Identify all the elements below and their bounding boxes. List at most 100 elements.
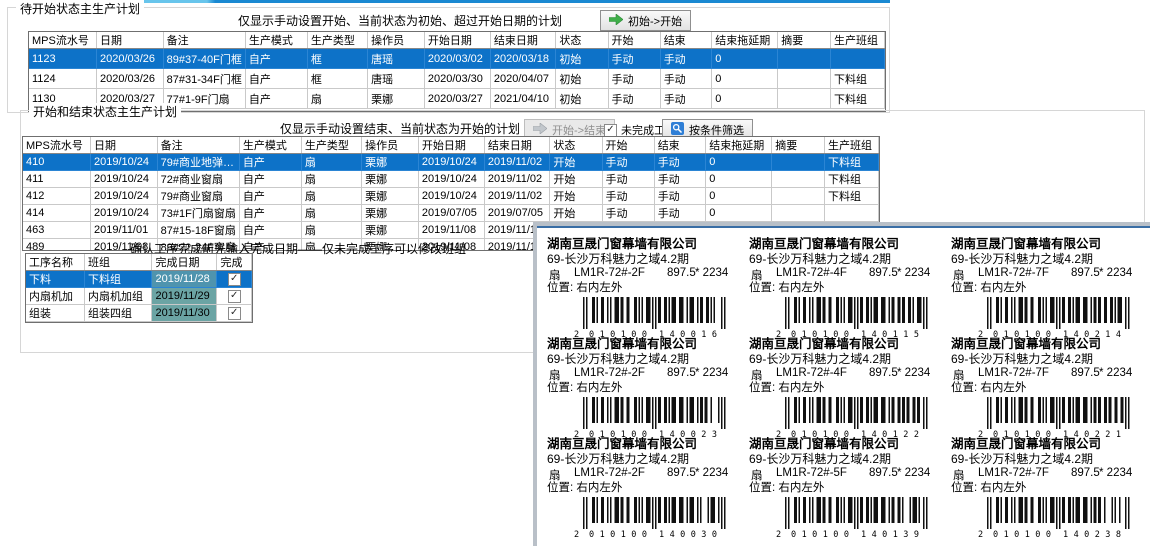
barcode: 2010100140023 (573, 397, 731, 439)
column-header[interactable]: 生产班组 (825, 137, 879, 154)
column-header[interactable]: 班组 (84, 254, 151, 271)
label-code: LM1R-72#-4F (776, 267, 847, 279)
column-header[interactable]: 完成 (217, 254, 252, 271)
column-header[interactable]: 结束 (654, 137, 706, 154)
label-type: 扇 (751, 267, 763, 283)
column-header[interactable]: 结束 (660, 32, 712, 49)
cell: 下料组 (831, 69, 885, 89)
cell: 73#1F门扇窗扇 (157, 205, 239, 222)
label-position-value: 右内左外 (778, 282, 824, 294)
svg-text:140030: 140030 (659, 530, 717, 539)
cell: 手动 (608, 89, 660, 109)
label-height: * 2234 (695, 267, 728, 279)
cell: 手动 (654, 205, 706, 222)
column-header[interactable]: 操作员 (362, 137, 419, 154)
column-header[interactable]: 备注 (163, 32, 245, 49)
label-type: 扇 (549, 267, 561, 283)
column-header[interactable]: 摘要 (778, 32, 831, 49)
column-header[interactable]: 生产类型 (301, 137, 361, 154)
label-position-value: 右内左外 (778, 382, 824, 394)
table-row[interactable]: 内扇机加内扇机加组2019/11/29✓ (26, 288, 252, 305)
cell: 2019/11/08 (418, 222, 484, 239)
done-cell: ✓ (217, 288, 252, 305)
cell: 2020/04/07 (490, 69, 555, 89)
svg-text:2: 2 (574, 530, 579, 539)
label-height: * 2234 (1099, 267, 1132, 279)
column-header[interactable]: MPS流水号 (23, 137, 90, 154)
label-sheet: 湖南亘晟门窗幕墙有限公司69-长沙万科魅力之域4.2期扇LM1R-72#-2F8… (537, 228, 1150, 536)
done-checkbox[interactable]: ✓ (228, 273, 241, 286)
cell: 自产 (239, 188, 301, 205)
label-height: * 2234 (1099, 467, 1132, 479)
label-project: 69-长沙万科魅力之域4.2期 (749, 352, 947, 366)
cell: 开始 (550, 171, 602, 188)
table-row[interactable]: 11242020/03/2687#31-34F门框自产框唐瑶2020/03/30… (29, 69, 885, 89)
cell: 开始 (550, 154, 602, 171)
cell: 自产 (239, 171, 301, 188)
column-header[interactable]: 结束日期 (490, 32, 555, 49)
checkbox-icon: ✓ (604, 124, 617, 137)
table-row[interactable]: 4122019/10/2479#商业窗扇自产扇栗娜2019/10/242019/… (23, 188, 879, 205)
cell: 下料组 (825, 171, 879, 188)
column-header[interactable]: 结束拖延期 (712, 32, 778, 49)
cell: 自产 (239, 222, 301, 239)
column-header[interactable]: 结束日期 (484, 137, 549, 154)
table-row[interactable]: 组装组装四组2019/11/30✓ (26, 305, 252, 322)
cell: 手动 (608, 69, 660, 89)
cell: 414 (23, 205, 90, 222)
label-position-value: 右内左外 (576, 282, 622, 294)
cell: 489 (23, 239, 90, 252)
column-header[interactable]: 生产类型 (307, 32, 367, 49)
label-project: 69-长沙万科魅力之域4.2期 (951, 252, 1149, 266)
cell (778, 49, 831, 69)
column-header[interactable]: 开始日期 (418, 137, 484, 154)
column-header[interactable]: 状态 (556, 32, 608, 49)
cell: 2020/03/26 (96, 69, 163, 89)
column-header[interactable]: 结束拖延期 (706, 137, 772, 154)
cell: 手动 (602, 154, 654, 171)
column-header[interactable]: 日期 (90, 137, 157, 154)
column-header[interactable]: 操作员 (368, 32, 425, 49)
column-header[interactable]: 开始日期 (424, 32, 490, 49)
label-position-key: 位置: (547, 282, 573, 294)
table-row[interactable]: 11232020/03/2689#37-40F门框自产框唐瑶2020/03/02… (29, 49, 885, 69)
table-row[interactable]: 下料下料组2019/11/28✓ (26, 271, 252, 288)
done-checkbox[interactable] (228, 322, 241, 323)
table-row[interactable]: 4112019/10/2472#商业窗扇自产扇栗娜2019/10/242019/… (23, 171, 879, 188)
column-header[interactable]: 生产模式 (239, 137, 301, 154)
column-header[interactable]: 状态 (550, 137, 602, 154)
column-header[interactable]: 日期 (96, 32, 163, 49)
label-company: 湖南亘晟门窗幕墙有限公司 (749, 336, 947, 352)
label-type: 扇 (549, 367, 561, 383)
column-header[interactable]: MPS流水号 (29, 32, 96, 49)
table-row[interactable]: 4142019/10/2473#1F门扇窗扇自产扇栗娜2019/07/05201… (23, 205, 879, 222)
label-project: 69-长沙万科魅力之域4.2期 (547, 452, 745, 466)
column-header[interactable]: 开始 (602, 137, 654, 154)
column-header[interactable]: 生产模式 (245, 32, 307, 49)
cell: 0 (706, 205, 772, 222)
table-row[interactable]: 打胶打胶组2020/03/31 (26, 322, 252, 324)
init-to-start-button[interactable]: 初始->开始 (600, 10, 691, 31)
column-header[interactable]: 摘要 (772, 137, 825, 154)
cell: 2021/04/10 (490, 89, 555, 109)
column-header[interactable]: 工序名称 (26, 254, 84, 271)
column-header[interactable]: 备注 (157, 137, 239, 154)
pending-plans-grid: MPS流水号日期备注生产模式生产类型操作员开始日期结束日期状态开始结束结束拖延期… (28, 31, 886, 112)
green-arrow-icon (609, 14, 623, 28)
done-checkbox[interactable]: ✓ (228, 307, 241, 320)
cell (825, 205, 879, 222)
cell: 2020/03/27 (424, 89, 490, 109)
done-cell: ✓ (217, 271, 252, 288)
column-header[interactable]: 开始 (608, 32, 660, 49)
label-project: 69-长沙万科魅力之域4.2期 (749, 452, 947, 466)
table-row[interactable]: 4102019/10/2479#商业地弹…自产扇栗娜2019/10/242019… (23, 154, 879, 171)
header-row: 工序名称班组完成日期完成 (26, 254, 252, 271)
done-checkbox[interactable]: ✓ (228, 290, 241, 303)
cell: 2019/10/24 (418, 188, 484, 205)
cell: 手动 (660, 89, 712, 109)
label-company: 湖南亘晟门窗幕墙有限公司 (951, 236, 1149, 252)
label-position-key: 位置: (749, 482, 775, 494)
column-header[interactable]: 完成日期 (152, 254, 217, 271)
label-code: LM1R-72#-2F (574, 267, 645, 279)
column-header[interactable]: 生产班组 (831, 32, 885, 49)
